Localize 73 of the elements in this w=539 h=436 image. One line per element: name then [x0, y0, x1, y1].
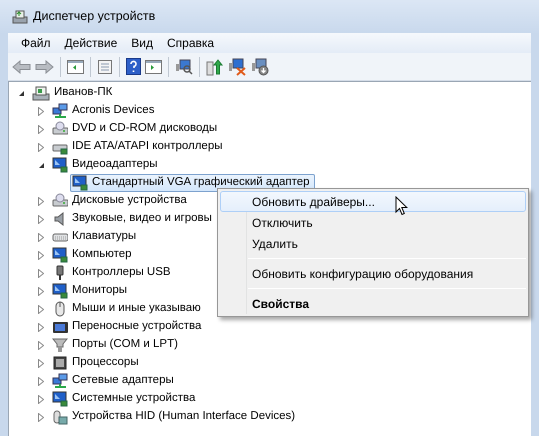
collapse-triangle-icon[interactable] [18, 90, 25, 96]
tree-item[interactable]: Процессоры [50, 354, 144, 372]
panel-toggle-icon[interactable] [145, 60, 162, 74]
expand-triangle-icon[interactable] [38, 412, 44, 422]
menu-item[interactable]: Свойства [220, 293, 526, 314]
port-icon [52, 337, 68, 353]
drive-icon [52, 193, 68, 209]
expand-triangle-icon[interactable] [38, 196, 44, 206]
expand-triangle-icon[interactable] [38, 286, 44, 296]
expand-triangle-icon[interactable] [38, 250, 44, 260]
tree-item[interactable]: IDE ATA/ATAPI контроллеры [50, 138, 228, 156]
menu-item[interactable]: Обновить конфигурацию оборудования [220, 263, 526, 284]
computer-icon [32, 85, 50, 101]
properties-icon[interactable] [97, 58, 113, 74]
monitor-icon [52, 247, 68, 263]
expand-triangle-icon[interactable] [38, 322, 44, 332]
expand-triangle-icon[interactable] [38, 142, 44, 152]
tree-item[interactable]: Устройства HID (Human Interface Devices) [50, 408, 300, 426]
monitor-icon [52, 283, 68, 299]
tree-item[interactable]: Видеоадаптеры [50, 156, 163, 174]
tree-item[interactable]: Клавиатуры [50, 228, 142, 246]
processor-icon [52, 355, 68, 371]
tree-item[interactable]: Системные устройства [50, 390, 200, 408]
tree-item[interactable]: Стандартный VGA графический адаптер [70, 174, 315, 192]
tree-item[interactable]: Порты (COM и LPT) [50, 336, 183, 354]
remove-device-icon[interactable] [228, 58, 247, 76]
tree-item[interactable]: Сетевые адаптеры [50, 372, 179, 390]
tree-item[interactable]: Дисковые устройства [50, 192, 192, 210]
scan-hardware-icon[interactable] [175, 58, 193, 75]
monitor-icon [52, 391, 68, 407]
panel-toggle-icon[interactable] [67, 60, 84, 74]
forward-arrow-icon[interactable] [35, 60, 54, 74]
tree-item[interactable]: Мониторы [50, 282, 132, 300]
expand-triangle-icon[interactable] [38, 214, 44, 224]
expand-triangle-icon[interactable] [38, 340, 44, 350]
network-icon [52, 373, 68, 389]
tree-item[interactable]: Звуковые, видео и игровы [50, 210, 217, 228]
portable-device-icon [52, 319, 68, 335]
tree-item[interactable]: Переносные устройства [50, 318, 206, 336]
menu-item[interactable]: Вид [124, 32, 160, 54]
expand-triangle-icon[interactable] [38, 394, 44, 404]
expand-triangle-icon[interactable] [38, 376, 44, 386]
tree-item[interactable]: Компьютер [50, 246, 137, 264]
menu-item[interactable]: Справка [160, 32, 222, 54]
menu-item[interactable]: Отключить [220, 212, 526, 233]
menu-item[interactable]: Действие [58, 32, 124, 54]
monitor-icon [72, 175, 88, 191]
tree-item[interactable]: Acronis Devices [50, 102, 160, 120]
collapse-triangle-icon[interactable] [38, 162, 45, 168]
device-manager-icon [12, 8, 28, 24]
expand-triangle-icon[interactable] [38, 358, 44, 368]
network-icon [52, 103, 68, 119]
expand-triangle-icon[interactable] [38, 268, 44, 278]
menu-item[interactable]: Файл [14, 32, 58, 54]
back-arrow-icon[interactable] [12, 60, 31, 74]
tree-item[interactable]: Контроллеры USB [50, 264, 176, 282]
drive-icon [52, 121, 68, 137]
update-driver-icon[interactable] [206, 58, 224, 76]
help-icon[interactable] [126, 58, 141, 75]
window-title: Диспетчер устройств [33, 8, 156, 26]
menu-item[interactable]: Обновить драйверы... [220, 191, 526, 212]
mouse-cursor-icon [395, 196, 408, 216]
disable-device-icon[interactable] [251, 58, 269, 76]
tree-item[interactable]: DVD и CD-ROM дисководы [50, 120, 222, 138]
expand-triangle-icon[interactable] [38, 106, 44, 116]
input-device-icon [52, 409, 68, 425]
monitor-icon [52, 157, 68, 173]
tree-item[interactable]: Мыши и иные указываю [50, 300, 206, 318]
expand-triangle-icon[interactable] [38, 124, 44, 134]
expand-triangle-icon[interactable] [38, 304, 44, 314]
expand-triangle-icon[interactable] [38, 232, 44, 242]
menu-item[interactable]: Удалить [220, 233, 526, 254]
tree-item[interactable]: Иванов-ПК [30, 84, 118, 102]
